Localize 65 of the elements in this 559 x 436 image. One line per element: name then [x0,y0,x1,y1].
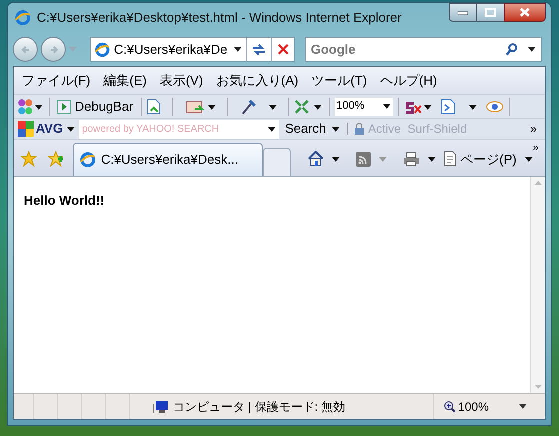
search-field[interactable]: Google [305,37,542,62]
scroll-up-icon [534,181,542,185]
avg-logo-icon [18,121,34,137]
caret-icon [332,156,340,162]
search-button[interactable]: Search [283,119,342,139]
home-icon [308,151,324,168]
caret-icon [528,47,536,52]
caret-icon [332,126,340,132]
browser-tab[interactable]: C:¥Users¥erika¥Desk... [73,143,264,176]
window-title: C:¥Users¥erika¥Desktop¥test.html - Windows Internet Explorer [37,9,402,28]
feed-icon [356,152,371,167]
refresh-arrows-icon [252,44,266,56]
overflow-chevron[interactable]: » [532,140,539,156]
caret-icon [382,104,391,109]
avg-logo-text: AVG [36,120,64,138]
caret-icon [268,126,276,132]
overflow-chevron[interactable]: » [530,120,537,138]
forward-arrow-icon [48,44,58,54]
caret-icon [519,404,527,409]
caret-icon [378,156,387,162]
play-icon [57,100,71,114]
colored-dots-icon [18,98,44,114]
stop-icon [278,44,289,55]
menu-item[interactable]: ツール(T) [312,70,368,90]
caret-icon [428,156,436,162]
zoom-dropdown[interactable]: 100% [334,98,393,116]
security-zone-text: コンピュータ | 保護モード: 無効 [173,398,346,416]
forward-button[interactable] [41,37,66,62]
debugbar-button[interactable]: DebugBar [55,96,136,116]
minimize-icon [458,10,468,14]
close-icon [520,8,530,17]
grip-icon [346,123,350,135]
search-icon [506,43,518,56]
script-page-icon [440,98,477,114]
menu-item[interactable]: お気に入り(A) [216,70,299,90]
vertical-scrollbar[interactable] [530,177,545,393]
back-button[interactable] [13,37,38,62]
caret-icon [234,47,242,52]
document-icon [146,98,161,114]
address-field[interactable]: C:¥Users¥erika¥De [90,37,295,62]
browser-logo-icon [95,42,110,58]
scroll-down-icon [534,385,542,389]
menu-item[interactable]: ヘルプ(H) [380,70,438,90]
printer-icon [402,152,420,167]
computer-icon [153,400,169,414]
favorites-star-icon [21,151,37,167]
menu-item[interactable]: ファイル(F) [22,70,91,90]
minimize-button[interactable] [449,3,477,22]
add-favorite-icon [48,151,64,167]
maximize-button[interactable] [477,3,504,22]
eye-icon [486,100,504,112]
zoom-level-button[interactable]: 100% [444,398,489,416]
page-menu-button[interactable]: ページ(P) [444,150,533,169]
page-text: Hello World!! [24,192,106,210]
close-button[interactable] [504,3,546,22]
menu-item[interactable]: 編集(E) [104,70,147,90]
caret-icon [524,156,533,162]
zoom-in-icon [444,400,456,412]
browser-logo-icon [15,10,31,26]
caret-icon [67,126,76,132]
page-icon [444,151,457,168]
back-arrow-icon [20,44,30,54]
browser-logo-icon [80,152,96,168]
menu-item[interactable]: 表示(V) [160,70,204,90]
maximize-icon [485,8,496,17]
